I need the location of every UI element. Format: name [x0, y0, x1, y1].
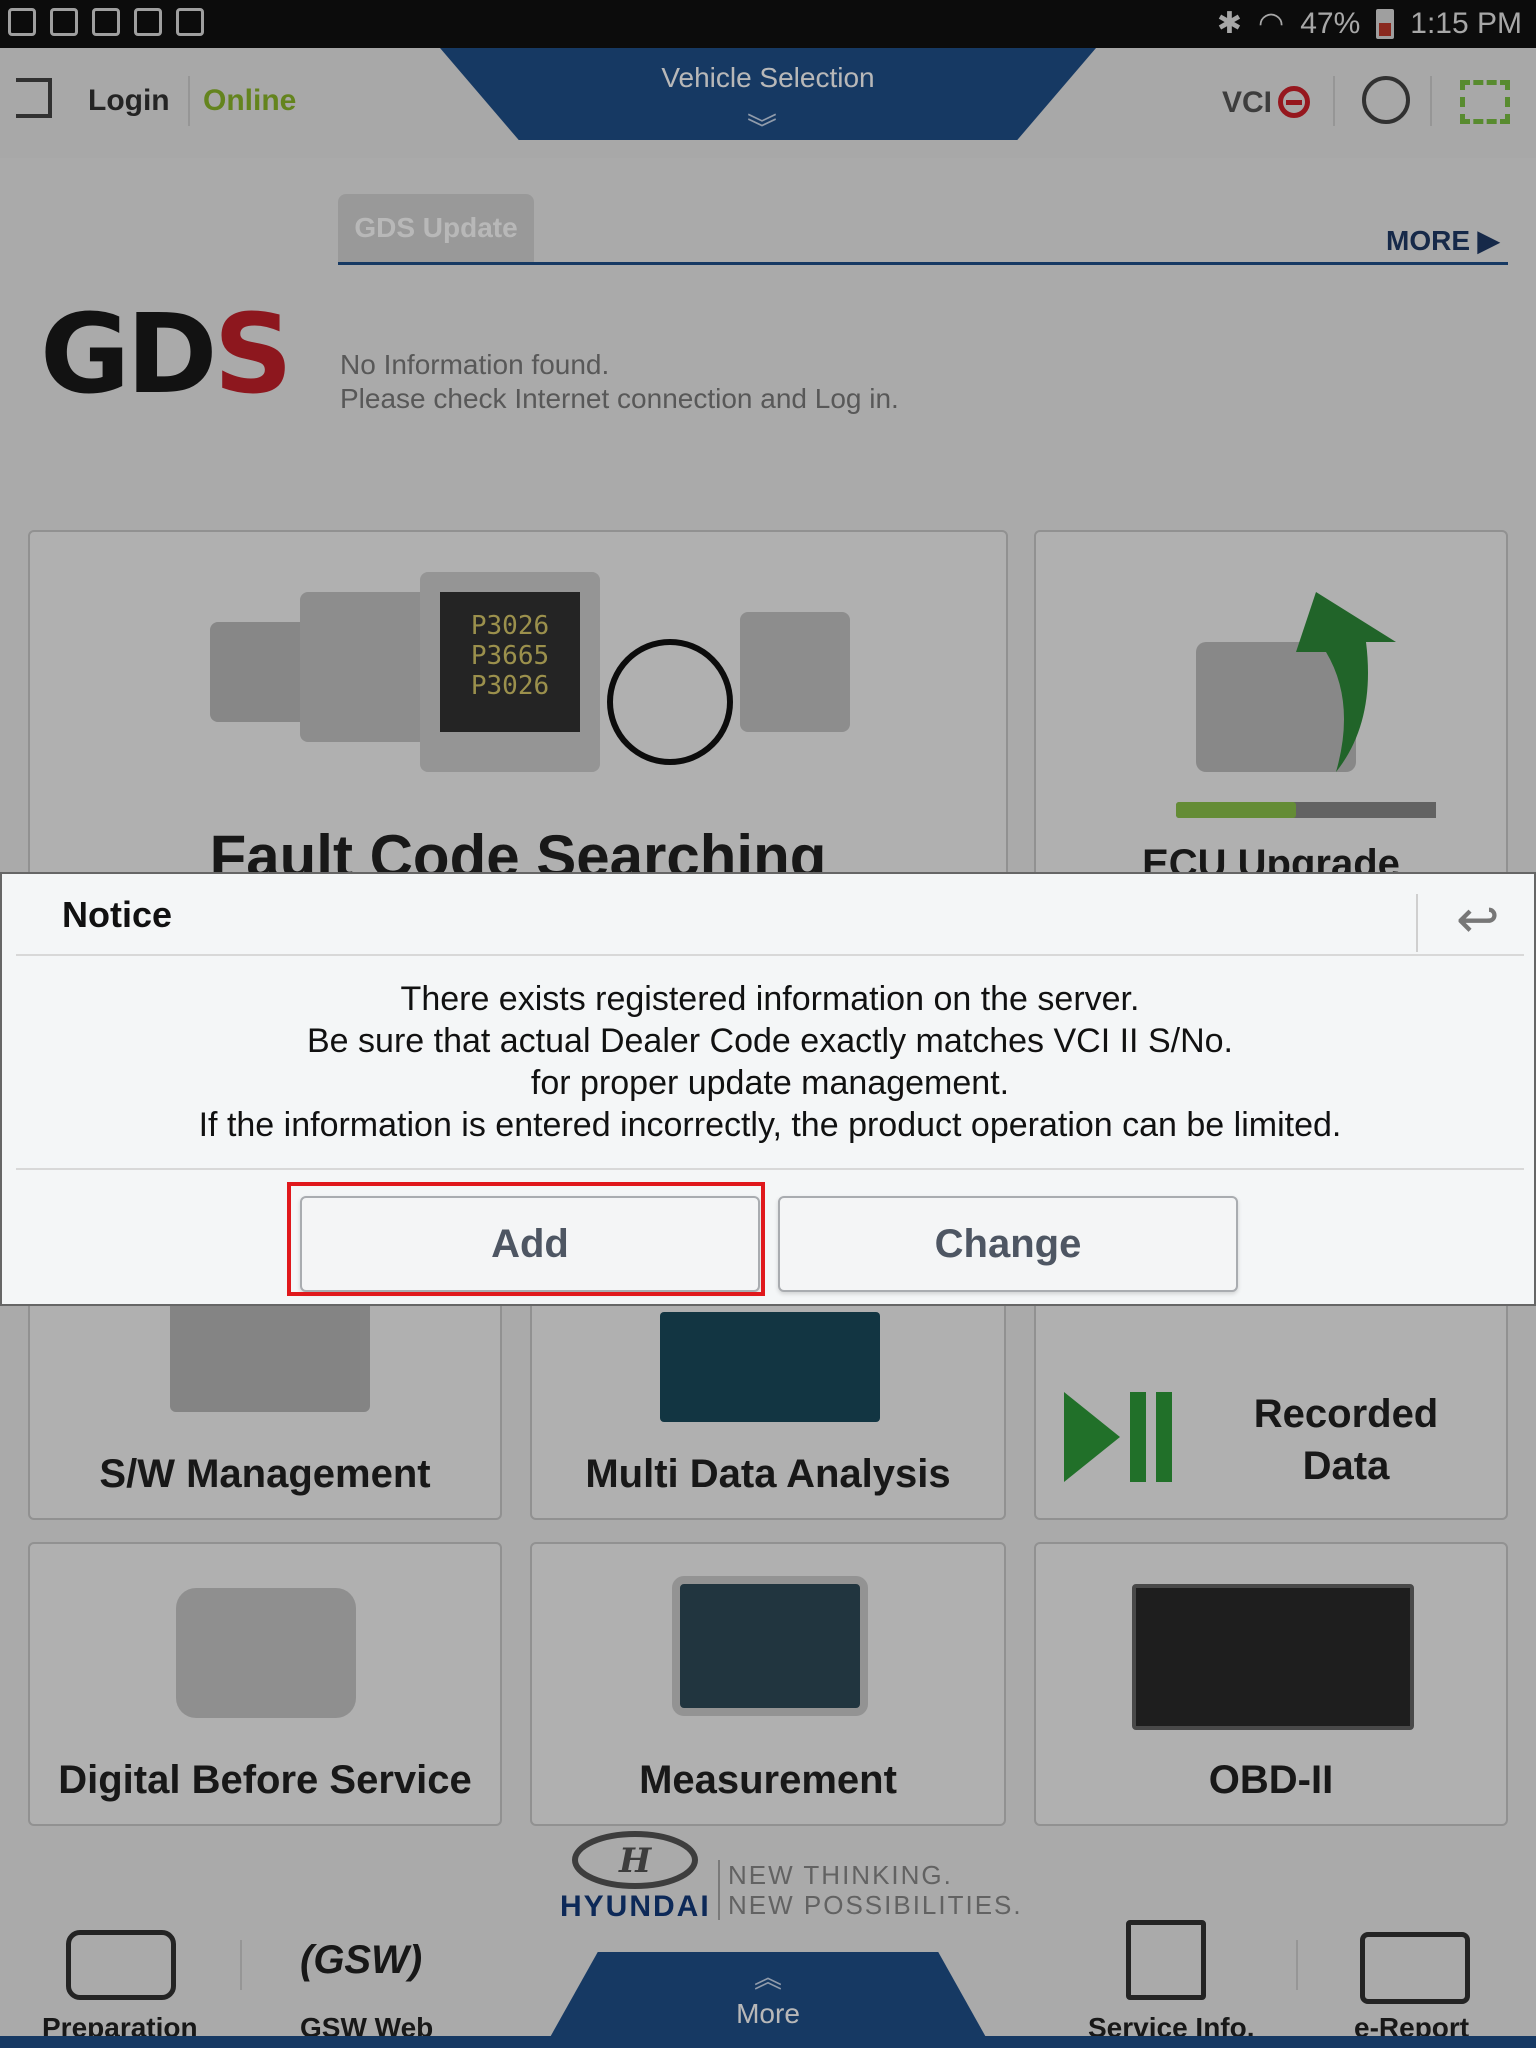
dialog-message-line: If the information is entered incorrectl… — [198, 1106, 1342, 1144]
change-button[interactable]: Change — [778, 1196, 1238, 1292]
dialog-message-line: There exists registered information on t… — [400, 980, 1140, 1018]
dialog-divider — [16, 954, 1524, 956]
back-arrow-icon[interactable]: ↩ — [1456, 890, 1500, 950]
divider — [1416, 894, 1418, 952]
notice-dialog: Notice ↩ There exists registered informa… — [0, 872, 1536, 1306]
dialog-message: There exists registered information on t… — [2, 978, 1536, 1146]
dialog-title: Notice — [62, 894, 173, 935]
dialog-message-line: for proper update management. — [530, 1064, 1010, 1102]
dialog-message-line: Be sure that actual Dealer Code exactly … — [307, 1022, 1233, 1060]
add-button-highlight — [287, 1182, 765, 1296]
dialog-divider — [16, 1168, 1524, 1170]
